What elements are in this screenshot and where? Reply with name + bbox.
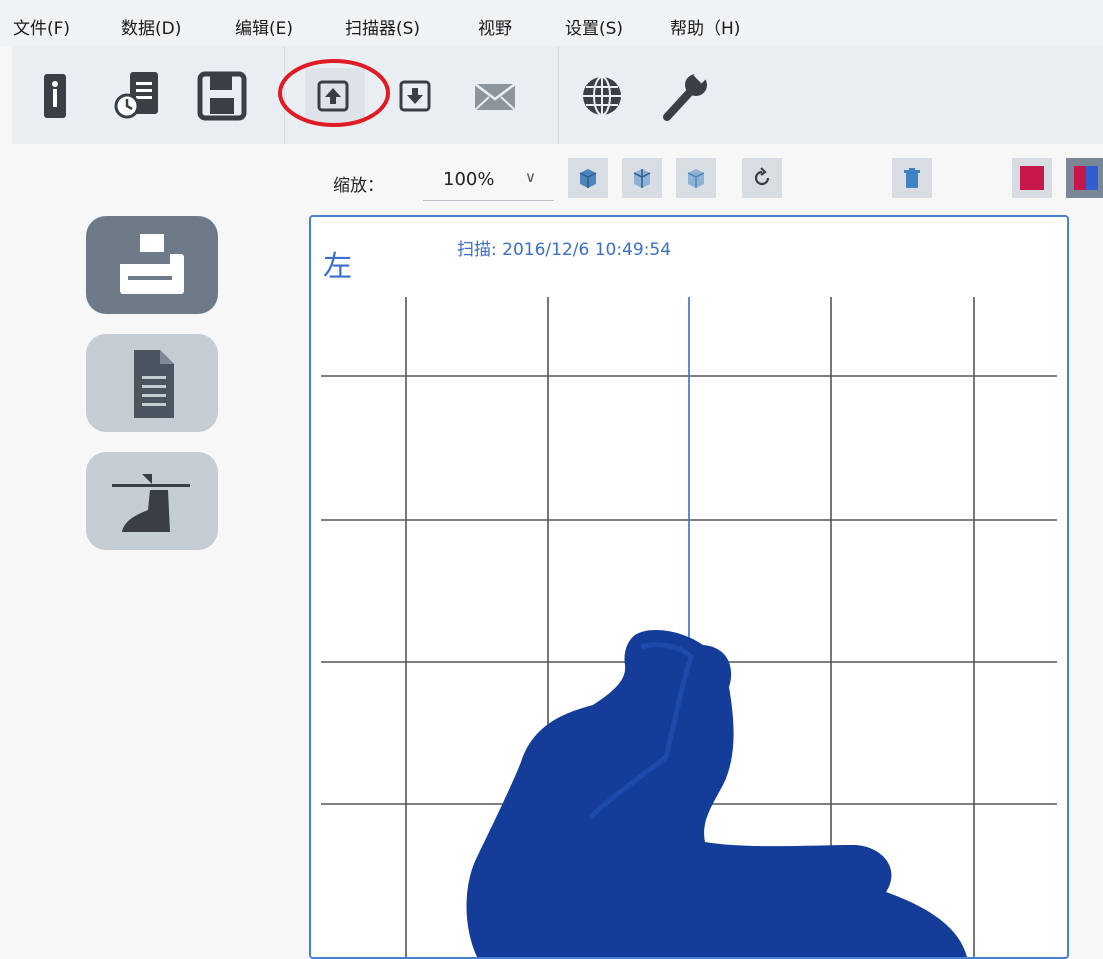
save-icon <box>197 71 247 121</box>
view-back-button[interactable] <box>676 158 716 198</box>
rotate-button[interactable] <box>742 158 782 198</box>
zoom-value: 100% <box>443 169 495 190</box>
menu-file[interactable]: 文件(F) <box>13 14 70 39</box>
menu-settings[interactable]: 设置(S) <box>565 14 623 39</box>
menu-edit[interactable]: 编辑(E) <box>235 14 293 39</box>
highlight-ring-annotation <box>278 59 390 127</box>
cube-front-icon <box>579 169 597 188</box>
menu-bar: 文件(F) 数据(D) 编辑(E) 扫描器(S) 视野 设置(S) 帮助（H) <box>0 0 1103 46</box>
cube-side-icon <box>633 169 651 188</box>
zoom-label: 缩放： <box>333 176 384 196</box>
menu-scanner[interactable]: 扫描器(S) <box>345 14 420 39</box>
view-side-label: 左 <box>323 249 353 283</box>
globe-button[interactable] <box>574 68 630 124</box>
measurement-grid <box>321 297 1057 957</box>
menu-view[interactable]: 视野 <box>478 14 512 39</box>
sidebar-item-foot-measure[interactable] <box>86 452 218 550</box>
wrench-icon <box>663 70 707 121</box>
new-patient-button[interactable] <box>26 68 82 124</box>
menu-data[interactable]: 数据(D) <box>121 14 181 39</box>
toolbar-separator <box>558 46 559 144</box>
new-patient-icon <box>44 74 66 118</box>
menu-help[interactable]: 帮助（H) <box>670 14 740 39</box>
download-icon <box>399 80 431 112</box>
document-icon <box>134 350 174 418</box>
cube-back-icon <box>687 169 705 188</box>
view-side-button[interactable] <box>622 158 662 198</box>
scan-timestamp: 扫描: 2016/12/6 10:49:54 <box>457 240 672 260</box>
color-swatch-red-icon <box>1020 166 1044 190</box>
rotate-icon <box>754 167 770 186</box>
sidebar-item-document[interactable] <box>86 334 218 432</box>
scanner-icon <box>120 234 184 294</box>
mail-button[interactable] <box>467 68 523 124</box>
color-dual-button[interactable] <box>1066 158 1103 198</box>
delete-button[interactable] <box>892 158 932 198</box>
color-swatch-dual-icon <box>1074 166 1098 190</box>
toolbar <box>12 46 1103 144</box>
sidebar-item-scanner[interactable] <box>86 216 218 314</box>
foot-measure-icon <box>112 474 190 532</box>
globe-icon <box>583 76 621 116</box>
color-red-button[interactable] <box>1012 158 1052 198</box>
scan-viewport[interactable]: 左 扫描: 2016/12/6 10:49:54 <box>309 215 1069 959</box>
chevron-down-icon: ∨ <box>525 168 536 186</box>
history-document-icon <box>114 72 158 119</box>
history-button[interactable] <box>110 68 166 124</box>
zoom-select[interactable]: 100% ∨ <box>423 160 554 201</box>
download-button[interactable] <box>387 68 443 124</box>
wrench-button[interactable] <box>658 68 714 124</box>
mail-icon <box>474 83 516 111</box>
trash-icon <box>904 168 920 188</box>
save-button[interactable] <box>194 68 250 124</box>
view-front-button[interactable] <box>568 158 608 198</box>
foot-scan-model <box>466 630 967 957</box>
